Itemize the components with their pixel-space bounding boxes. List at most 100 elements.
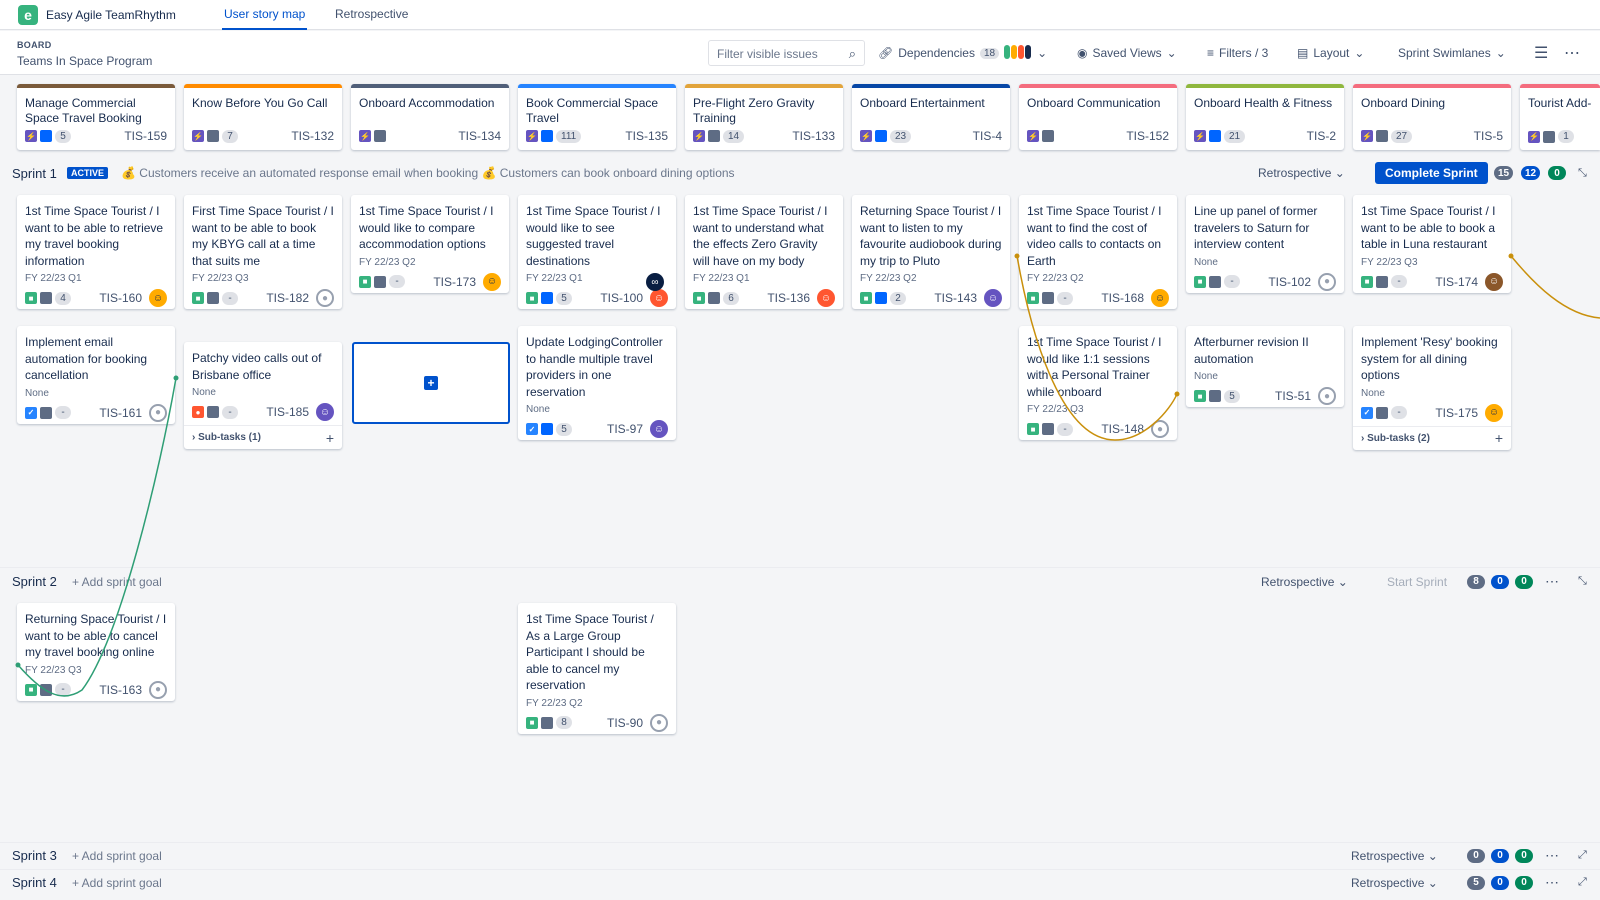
app-logo-icon[interactable]: e: [18, 4, 38, 25]
issue-key[interactable]: TIS-143: [934, 291, 977, 305]
tab-retrospective[interactable]: Retrospective: [333, 0, 410, 30]
add-subtask-icon[interactable]: +: [326, 430, 334, 446]
epic-key[interactable]: TIS-5: [1474, 129, 1503, 143]
story-card[interactable]: First Time Space Tourist / I want to be …: [184, 195, 342, 309]
add-icon[interactable]: +: [424, 376, 438, 390]
story-card[interactable]: Implement 'Resy' booking system for all …: [1353, 326, 1511, 450]
collapse-icon[interactable]: ⤡: [1578, 575, 1587, 588]
issue-key[interactable]: TIS-175: [1435, 406, 1478, 420]
add-sprint-goal[interactable]: + Add sprint goal: [72, 876, 162, 890]
epic-key[interactable]: TIS-133: [792, 129, 835, 143]
expand-icon[interactable]: ⤢: [1578, 876, 1587, 889]
story-card[interactable]: Afterburner revision II automation None ■ 5…: [1186, 326, 1344, 407]
issue-key[interactable]: TIS-102: [1268, 275, 1311, 289]
issue-key[interactable]: TIS-148: [1101, 422, 1144, 436]
epic-key[interactable]: TIS-134: [458, 129, 501, 143]
more-options-icon[interactable]: ⋯: [1564, 40, 1580, 66]
epic-key[interactable]: TIS-152: [1126, 129, 1169, 143]
epic-card[interactable]: Onboard Health & Fitness ⚡ 21 TIS-2: [1186, 84, 1344, 150]
story-card[interactable]: 1st Time Space Tourist / I would like to…: [351, 195, 509, 293]
avatar[interactable]: ☺: [650, 420, 668, 438]
epic-card[interactable]: Onboard Dining ⚡ 27 TIS-5: [1353, 84, 1511, 150]
more-options-icon[interactable]: ⋯: [1545, 573, 1560, 590]
start-sprint-button[interactable]: Start Sprint: [1387, 575, 1447, 589]
story-card[interactable]: Implement email automation for booking c…: [17, 326, 175, 424]
dependencies-button[interactable]: 🔗︎ Dependencies 18 ⌄: [878, 40, 1047, 66]
epic-card[interactable]: Tourist Add-On Trips ⚡ 1: [1520, 84, 1600, 150]
retrospective-dropdown[interactable]: Retrospective ⌄: [1258, 166, 1345, 180]
sprint-name[interactable]: Sprint 4: [12, 875, 57, 890]
issue-key[interactable]: TIS-97: [607, 422, 643, 436]
story-card[interactable]: Line up panel of former travelers to Sat…: [1186, 195, 1344, 293]
issue-key[interactable]: TIS-100: [600, 291, 643, 305]
epic-key[interactable]: TIS-132: [291, 129, 334, 143]
sprint-name[interactable]: Sprint 3: [12, 848, 57, 863]
swimlanes-button[interactable]: Sprint Swimlanes ⌄: [1398, 40, 1506, 66]
story-card[interactable]: 1st Time Space Tourist / I want to find …: [1019, 195, 1177, 309]
avatar[interactable]: ☺: [483, 272, 501, 291]
unassigned-avatar-icon[interactable]: ●: [149, 403, 167, 422]
unassigned-avatar-icon[interactable]: ●: [650, 713, 668, 732]
avatar[interactable]: ☺: [316, 403, 334, 421]
story-card[interactable]: 1st Time Space Tourist / I would like to…: [518, 195, 676, 309]
issue-key[interactable]: TIS-185: [266, 405, 309, 419]
issue-key[interactable]: TIS-51: [1275, 389, 1311, 403]
story-card[interactable]: Returning Space Tourist / I want to be a…: [17, 603, 175, 701]
collapse-icon[interactable]: ⤡: [1578, 167, 1587, 180]
story-card[interactable]: 1st Time Space Tourist / I want to under…: [685, 195, 843, 309]
issue-key[interactable]: TIS-160: [99, 291, 142, 305]
story-card[interactable]: Patchy video calls out of Brisbane offic…: [184, 342, 342, 449]
retrospective-dropdown[interactable]: Retrospective ⌄: [1351, 876, 1438, 890]
issue-key[interactable]: TIS-136: [767, 291, 810, 305]
epic-key[interactable]: TIS-135: [625, 129, 668, 143]
layout-button[interactable]: ▤ Layout ⌄: [1297, 40, 1364, 66]
tab-user-story-map[interactable]: User story map: [222, 0, 308, 30]
issue-key[interactable]: TIS-182: [266, 291, 309, 305]
retrospective-dropdown[interactable]: Retrospective ⌄: [1261, 575, 1348, 589]
unassigned-avatar-icon[interactable]: ●: [149, 680, 167, 699]
story-card[interactable]: 1st Time Space Tourist / As a Large Grou…: [518, 603, 676, 734]
dependency-link-icon[interactable]: ∞: [646, 273, 664, 291]
epic-card[interactable]: Manage Commercial Space Travel Booking ⚡ 5…: [17, 84, 175, 150]
complete-sprint-button[interactable]: Complete Sprint: [1375, 162, 1488, 184]
filters-button[interactable]: ≡ Filters / 3: [1207, 40, 1268, 66]
epic-card[interactable]: Know Before You Go Call ⚡ 7 TIS-132: [184, 84, 342, 150]
avatar[interactable]: ☺: [984, 289, 1002, 307]
story-card[interactable]: 1st Time Space Tourist / I want to be ab…: [1353, 195, 1511, 293]
epic-card[interactable]: Onboard Entertainment ⚡ 23 TIS-4: [852, 84, 1010, 150]
issue-key[interactable]: TIS-90: [607, 716, 643, 730]
avatar[interactable]: ☺: [817, 289, 835, 307]
saved-views-button[interactable]: ◉ Saved Views ⌄: [1077, 40, 1177, 66]
issue-key[interactable]: TIS-173: [433, 275, 476, 289]
story-card[interactable]: 1st Time Space Tourist / I want to be ab…: [17, 195, 175, 309]
epic-card[interactable]: Onboard Accommodation ⚡ TIS-134: [351, 84, 509, 150]
view-density-icon[interactable]: ☰: [1534, 40, 1548, 66]
epic-card[interactable]: Pre-Flight Zero Gravity Training ⚡ 14 TIS-1…: [685, 84, 843, 150]
epic-card[interactable]: Onboard Communication ⚡ TIS-152: [1019, 84, 1177, 150]
retrospective-dropdown[interactable]: Retrospective ⌄: [1351, 849, 1438, 863]
add-sprint-goal[interactable]: + Add sprint goal: [72, 849, 162, 863]
unassigned-avatar-icon[interactable]: ●: [1151, 420, 1169, 438]
epic-card[interactable]: Book Commercial Space Travel ⚡ 111 TIS-135: [518, 84, 676, 150]
avatar[interactable]: ☺: [1485, 272, 1503, 291]
issue-key[interactable]: TIS-163: [99, 683, 142, 697]
add-issue-placeholder[interactable]: +: [352, 342, 510, 424]
sprint-name[interactable]: Sprint 1: [12, 166, 57, 181]
epic-key[interactable]: TIS-2: [1307, 129, 1336, 143]
subtasks-toggle[interactable]: › Sub-tasks (1) +: [184, 425, 342, 449]
filter-input[interactable]: Filter visible issues ⌕: [708, 40, 865, 66]
issue-key[interactable]: TIS-168: [1101, 291, 1144, 305]
expand-icon[interactable]: ⤢: [1578, 849, 1587, 862]
story-card[interactable]: 1st Time Space Tourist / I would like 1:…: [1019, 326, 1177, 440]
add-subtask-icon[interactable]: +: [1495, 430, 1503, 446]
sprint-name[interactable]: Sprint 2: [12, 574, 57, 589]
avatar[interactable]: ☺: [650, 289, 668, 307]
epic-key[interactable]: TIS-159: [124, 129, 167, 143]
issue-key[interactable]: TIS-174: [1435, 275, 1478, 289]
more-options-icon[interactable]: ⋯: [1545, 847, 1560, 864]
unassigned-avatar-icon[interactable]: ●: [316, 289, 334, 307]
story-card[interactable]: Returning Space Tourist / I want to list…: [852, 195, 1010, 309]
issue-key[interactable]: TIS-161: [99, 406, 142, 420]
sprint-goal[interactable]: 💰 Customers receive an automated respons…: [121, 166, 735, 180]
story-card[interactable]: Update LodgingController to handle multi…: [518, 326, 676, 440]
